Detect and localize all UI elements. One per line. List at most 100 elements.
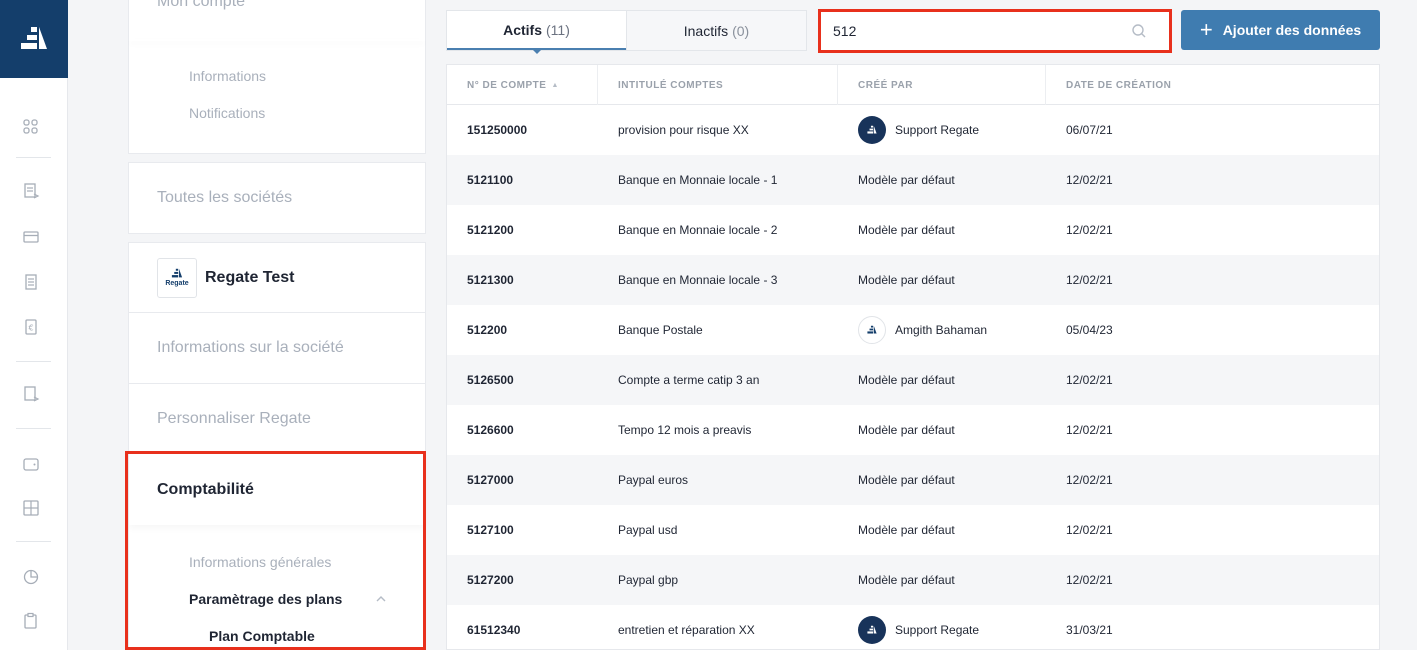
company-logo-text: Regate [165, 280, 189, 287]
header-created-by-label: CRÉÉ PAR [858, 79, 913, 91]
chart-of-accounts-item[interactable]: Plan Comptable [209, 628, 315, 644]
account-number-cell: 5127100 [467, 523, 514, 537]
created-date-cell: 12/02/21 [1066, 423, 1113, 437]
accounting-plans-settings[interactable]: Paramètrage des plans [189, 591, 342, 607]
tab-active-label: Actifs [503, 21, 543, 38]
table-row[interactable]: 5127200 Paypal gbp Modèle par défaut 12/02/… [447, 555, 1379, 605]
accounting-general-info[interactable]: Informations générales [189, 554, 331, 570]
account-number-cell: 5126500 [467, 373, 514, 387]
search-input[interactable] [821, 12, 1131, 50]
all-companies-card[interactable]: Toutes les sociétés [128, 162, 426, 234]
created-by-cell: Modèle par défaut [858, 505, 955, 555]
created-by-cell: Modèle par défaut [858, 455, 955, 505]
account-title[interactable]: Mon compte [157, 0, 245, 11]
account-card: Mon compte Informations Notifications [128, 0, 426, 154]
company-logo: Regate [157, 257, 197, 298]
sort-asc-icon[interactable]: ▲ [551, 82, 558, 89]
created-date-cell: 06/07/21 [1066, 123, 1113, 137]
account-label-cell: Paypal euros [618, 473, 689, 487]
table-row[interactable]: 512200 Banque Postale Amgith Bahaman 05/04/… [447, 305, 1379, 355]
created-by-name: Modèle par défaut [858, 373, 955, 387]
created-date-cell: 12/02/21 [1066, 223, 1113, 237]
created-date-cell: 05/04/23 [1066, 323, 1113, 337]
account-number-cell: 5127200 [467, 573, 514, 587]
created-by-cell: Modèle par défaut [858, 155, 955, 205]
clipboard-icon[interactable] [22, 612, 40, 630]
created-date-cell: 12/02/21 [1066, 473, 1113, 487]
table-row[interactable]: 5127100 Paypal usd Modèle par défaut 12/02/… [447, 505, 1379, 555]
grid-icon[interactable] [22, 499, 40, 517]
account-label-cell: Banque Postale [618, 323, 703, 337]
created-by-cell: Modèle par défaut [858, 355, 955, 405]
search-icon[interactable] [1131, 23, 1147, 39]
table-row[interactable]: 5121300 Banque en Monnaie locale - 3 Modèl… [447, 255, 1379, 305]
avatar [858, 316, 886, 344]
created-date-cell: 31/03/21 [1066, 623, 1113, 637]
invoice-icon[interactable] [22, 182, 40, 200]
accounting-label: Comptabilité [157, 480, 254, 498]
accounts-table: N° DE COMPTE ▲ INTITULÉ COMPTES CRÉÉ PAR… [446, 64, 1380, 650]
account-label-cell: Paypal gbp [618, 573, 679, 587]
card-icon[interactable] [22, 228, 40, 246]
status-tabs: Actifs (11) Inactifs (0) [446, 10, 807, 54]
created-by-cell: Support Regate [858, 605, 979, 650]
created-by-cell: Amgith Bahaman [858, 305, 987, 355]
search-box [818, 9, 1172, 53]
created-by-name: Modèle par défaut [858, 573, 955, 587]
table-row[interactable]: 61512340 entretien et réparation XX Suppor… [447, 605, 1379, 650]
account-label-cell: Banque en Monnaie locale - 3 [618, 273, 778, 287]
created-by-name: Modèle par défaut [858, 173, 955, 187]
header-created-date[interactable]: DATE DE CRÉATION [1046, 65, 1379, 105]
account-label-cell: Banque en Monnaie locale - 2 [618, 223, 778, 237]
account-number-cell: 61512340 [467, 623, 521, 637]
regate-logo-icon [867, 125, 877, 134]
tab-inactive-label: Inactifs [683, 22, 729, 39]
dashboard-icon[interactable] [22, 118, 40, 136]
document-icon[interactable] [22, 273, 40, 291]
account-item-notifications[interactable]: Notifications [189, 105, 265, 121]
receipt-icon[interactable] [22, 385, 40, 403]
chevron-up-icon[interactable] [375, 595, 387, 603]
account-label-cell: Compte a terme catip 3 an [618, 373, 760, 387]
table-row[interactable]: 5126500 Compte a terme catip 3 an Modèle p… [447, 355, 1379, 405]
avatar [858, 116, 886, 144]
created-date-cell: 12/02/21 [1066, 173, 1113, 187]
created-by-name: Support Regate [895, 123, 980, 137]
wallet-icon[interactable] [22, 455, 40, 473]
company-logo-icon [171, 268, 183, 278]
account-number-cell: 5121100 [467, 173, 514, 187]
header-account-label[interactable]: INTITULÉ COMPTES [598, 65, 838, 105]
created-by-cell: Support Regate [858, 105, 979, 155]
table-row[interactable]: 5126600 Tempo 12 mois a preavis Modèle par… [447, 405, 1379, 455]
tab-inactive-count: (0) [732, 22, 750, 39]
created-by-name: Modèle par défaut [858, 523, 955, 537]
brand-logo[interactable] [0, 0, 68, 78]
customize-label: Personnaliser Regate [157, 409, 311, 427]
accounting-item[interactable]: Comptabilité [129, 454, 425, 525]
created-by-cell: Modèle par défaut [858, 405, 955, 455]
header-account-number[interactable]: N° DE COMPTE ▲ [447, 65, 598, 105]
header-created-by[interactable]: CRÉÉ PAR [838, 65, 1046, 105]
table-row[interactable]: 5121200 Banque en Monnaie locale - 2 Modèl… [447, 205, 1379, 255]
regate-logo-icon [867, 325, 877, 334]
euro-icon[interactable]: € [22, 318, 40, 336]
company-info-item[interactable]: Informations sur la société [129, 313, 425, 384]
tab-inactive[interactable]: Inactifs (0) [626, 11, 806, 50]
table-row[interactable]: 5121100 Banque en Monnaie locale - 1 Modèl… [447, 155, 1379, 205]
company-info-label: Informations sur la société [157, 339, 344, 356]
account-item-informations[interactable]: Informations [189, 68, 266, 84]
created-by-name: Support Regate [895, 623, 980, 637]
account-label-cell: Paypal usd [618, 523, 678, 537]
settings-panel: Mon compte Informations Notifications To… [125, 0, 426, 650]
created-by-name: Modèle par défaut [858, 473, 955, 487]
table-row[interactable]: 5127000 Paypal euros Modèle par défaut 12/0… [447, 455, 1379, 505]
app-rail: € [0, 0, 68, 650]
customize-item[interactable]: Personnaliser Regate [129, 384, 425, 454]
chart-icon[interactable] [22, 568, 40, 586]
tab-active[interactable]: Actifs (11) [447, 11, 626, 54]
add-data-button[interactable]: + Ajouter des données [1181, 10, 1380, 50]
company-header[interactable]: Regate Regate Test [129, 243, 425, 313]
created-by-name: Amgith Bahaman [895, 323, 988, 337]
all-companies-label: Toutes les sociétés [157, 189, 293, 206]
table-row[interactable]: 151250000 provision pour risque XX Support… [447, 105, 1379, 155]
